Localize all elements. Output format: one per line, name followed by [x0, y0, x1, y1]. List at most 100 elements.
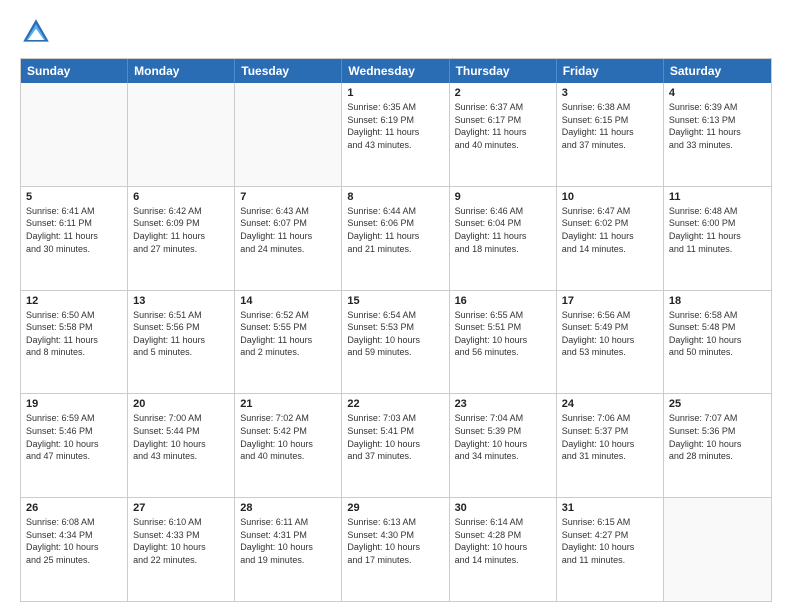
day-cell-6: 6 Sunrise: 6:42 AM Sunset: 6:09 PM Daylig…	[128, 187, 235, 290]
day-info: Sunrise: 6:55 AM Sunset: 5:51 PM Dayligh…	[455, 309, 551, 359]
day-number: 10	[562, 191, 658, 203]
day-cell-27: 27 Sunrise: 6:10 AM Sunset: 4:33 PM Dayli…	[128, 498, 235, 601]
day-number: 27	[133, 502, 229, 514]
empty-cell-r0c1	[128, 83, 235, 186]
day-number: 1	[347, 87, 443, 99]
day-cell-1: 1 Sunrise: 6:35 AM Sunset: 6:19 PM Daylig…	[342, 83, 449, 186]
day-info: Sunrise: 6:48 AM Sunset: 6:00 PM Dayligh…	[669, 205, 766, 255]
day-info: Sunrise: 6:43 AM Sunset: 6:07 PM Dayligh…	[240, 205, 336, 255]
header	[20, 16, 772, 48]
page: SundayMondayTuesdayWednesdayThursdayFrid…	[0, 0, 792, 612]
day-info: Sunrise: 6:46 AM Sunset: 6:04 PM Dayligh…	[455, 205, 551, 255]
day-info: Sunrise: 7:06 AM Sunset: 5:37 PM Dayligh…	[562, 412, 658, 462]
day-number: 2	[455, 87, 551, 99]
day-cell-20: 20 Sunrise: 7:00 AM Sunset: 5:44 PM Dayli…	[128, 394, 235, 497]
day-cell-4: 4 Sunrise: 6:39 AM Sunset: 6:13 PM Daylig…	[664, 83, 771, 186]
day-cell-19: 19Sunrise: 6:59 AM Sunset: 5:46 PM Dayli…	[21, 394, 128, 497]
day-cell-29: 29 Sunrise: 6:13 AM Sunset: 4:30 PM Dayli…	[342, 498, 449, 601]
day-cell-5: 5 Sunrise: 6:41 AM Sunset: 6:11 PM Daylig…	[21, 187, 128, 290]
day-number: 31	[562, 502, 658, 514]
day-number: 29	[347, 502, 443, 514]
day-info: Sunrise: 6:11 AM Sunset: 4:31 PM Dayligh…	[240, 516, 336, 566]
day-number: 4	[669, 87, 766, 99]
day-cell-18: 18 Sunrise: 6:58 AM Sunset: 5:48 PM Dayli…	[664, 291, 771, 394]
day-info: Sunrise: 7:07 AM Sunset: 5:36 PM Dayligh…	[669, 412, 766, 462]
day-number: 13	[133, 295, 229, 307]
day-info: Sunrise: 6:10 AM Sunset: 4:33 PM Dayligh…	[133, 516, 229, 566]
day-number: 30	[455, 502, 551, 514]
day-cell-14: 14 Sunrise: 6:52 AM Sunset: 5:55 PM Dayli…	[235, 291, 342, 394]
day-info: Sunrise: 6:35 AM Sunset: 6:19 PM Dayligh…	[347, 101, 443, 151]
empty-cell-r0c0	[21, 83, 128, 186]
logo	[20, 16, 56, 48]
day-info: Sunrise: 6:13 AM Sunset: 4:30 PM Dayligh…	[347, 516, 443, 566]
weekday-header-wednesday: Wednesday	[342, 59, 449, 83]
day-number: 15	[347, 295, 443, 307]
weekday-header-sunday: Sunday	[21, 59, 128, 83]
day-cell-23: 23 Sunrise: 7:04 AM Sunset: 5:39 PM Dayli…	[450, 394, 557, 497]
calendar-header: SundayMondayTuesdayWednesdayThursdayFrid…	[21, 59, 771, 83]
day-number: 8	[347, 191, 443, 203]
day-info: Sunrise: 6:58 AM Sunset: 5:48 PM Dayligh…	[669, 309, 766, 359]
day-cell-30: 30 Sunrise: 6:14 AM Sunset: 4:28 PM Dayli…	[450, 498, 557, 601]
day-cell-3: 3 Sunrise: 6:38 AM Sunset: 6:15 PM Daylig…	[557, 83, 664, 186]
day-cell-8: 8 Sunrise: 6:44 AM Sunset: 6:06 PM Daylig…	[342, 187, 449, 290]
day-number: 25	[669, 398, 766, 410]
weekday-header-thursday: Thursday	[450, 59, 557, 83]
calendar: SundayMondayTuesdayWednesdayThursdayFrid…	[20, 58, 772, 602]
weekday-header-saturday: Saturday	[664, 59, 771, 83]
day-number: 20	[133, 398, 229, 410]
day-number: 9	[455, 191, 551, 203]
day-info: Sunrise: 7:04 AM Sunset: 5:39 PM Dayligh…	[455, 412, 551, 462]
day-number: 11	[669, 191, 766, 203]
day-number: 18	[669, 295, 766, 307]
calendar-row-2: 5 Sunrise: 6:41 AM Sunset: 6:11 PM Daylig…	[21, 186, 771, 290]
day-info: Sunrise: 6:08 AM Sunset: 4:34 PM Dayligh…	[26, 516, 122, 566]
day-info: Sunrise: 6:39 AM Sunset: 6:13 PM Dayligh…	[669, 101, 766, 151]
calendar-row-5: 26 Sunrise: 6:08 AM Sunset: 4:34 PM Dayli…	[21, 497, 771, 601]
day-cell-21: 21 Sunrise: 7:02 AM Sunset: 5:42 PM Dayli…	[235, 394, 342, 497]
day-number: 22	[347, 398, 443, 410]
day-info: Sunrise: 6:15 AM Sunset: 4:27 PM Dayligh…	[562, 516, 658, 566]
day-cell-11: 11 Sunrise: 6:48 AM Sunset: 6:00 PM Dayli…	[664, 187, 771, 290]
day-number: 26	[26, 502, 122, 514]
calendar-row-1: 1 Sunrise: 6:35 AM Sunset: 6:19 PM Daylig…	[21, 83, 771, 186]
day-number: 19	[26, 398, 122, 410]
day-cell-28: 28Sunrise: 6:11 AM Sunset: 4:31 PM Dayli…	[235, 498, 342, 601]
day-cell-17: 17 Sunrise: 6:56 AM Sunset: 5:49 PM Dayli…	[557, 291, 664, 394]
day-number: 24	[562, 398, 658, 410]
day-number: 5	[26, 191, 122, 203]
day-number: 14	[240, 295, 336, 307]
day-number: 17	[562, 295, 658, 307]
day-info: Sunrise: 7:00 AM Sunset: 5:44 PM Dayligh…	[133, 412, 229, 462]
empty-cell-r0c2	[235, 83, 342, 186]
day-info: Sunrise: 6:41 AM Sunset: 6:11 PM Dayligh…	[26, 205, 122, 255]
day-number: 16	[455, 295, 551, 307]
day-number: 23	[455, 398, 551, 410]
day-info: Sunrise: 6:50 AM Sunset: 5:58 PM Dayligh…	[26, 309, 122, 359]
day-info: Sunrise: 7:02 AM Sunset: 5:42 PM Dayligh…	[240, 412, 336, 462]
day-cell-26: 26 Sunrise: 6:08 AM Sunset: 4:34 PM Dayli…	[21, 498, 128, 601]
day-number: 12	[26, 295, 122, 307]
day-cell-16: 16 Sunrise: 6:55 AM Sunset: 5:51 PM Dayli…	[450, 291, 557, 394]
day-cell-24: 24 Sunrise: 7:06 AM Sunset: 5:37 PM Dayli…	[557, 394, 664, 497]
weekday-header-tuesday: Tuesday	[235, 59, 342, 83]
day-info: Sunrise: 6:52 AM Sunset: 5:55 PM Dayligh…	[240, 309, 336, 359]
day-cell-10: 10Sunrise: 6:47 AM Sunset: 6:02 PM Dayli…	[557, 187, 664, 290]
day-info: Sunrise: 6:56 AM Sunset: 5:49 PM Dayligh…	[562, 309, 658, 359]
calendar-row-3: 12 Sunrise: 6:50 AM Sunset: 5:58 PM Dayli…	[21, 290, 771, 394]
day-number: 6	[133, 191, 229, 203]
day-cell-13: 13Sunrise: 6:51 AM Sunset: 5:56 PM Dayli…	[128, 291, 235, 394]
day-cell-15: 15Sunrise: 6:54 AM Sunset: 5:53 PM Dayli…	[342, 291, 449, 394]
day-info: Sunrise: 6:42 AM Sunset: 6:09 PM Dayligh…	[133, 205, 229, 255]
day-info: Sunrise: 6:44 AM Sunset: 6:06 PM Dayligh…	[347, 205, 443, 255]
calendar-row-4: 19Sunrise: 6:59 AM Sunset: 5:46 PM Dayli…	[21, 393, 771, 497]
day-number: 3	[562, 87, 658, 99]
day-info: Sunrise: 6:38 AM Sunset: 6:15 PM Dayligh…	[562, 101, 658, 151]
day-cell-31: 31 Sunrise: 6:15 AM Sunset: 4:27 PM Dayli…	[557, 498, 664, 601]
weekday-header-monday: Monday	[128, 59, 235, 83]
weekday-header-friday: Friday	[557, 59, 664, 83]
day-number: 21	[240, 398, 336, 410]
day-cell-25: 25 Sunrise: 7:07 AM Sunset: 5:36 PM Dayli…	[664, 394, 771, 497]
day-info: Sunrise: 6:14 AM Sunset: 4:28 PM Dayligh…	[455, 516, 551, 566]
